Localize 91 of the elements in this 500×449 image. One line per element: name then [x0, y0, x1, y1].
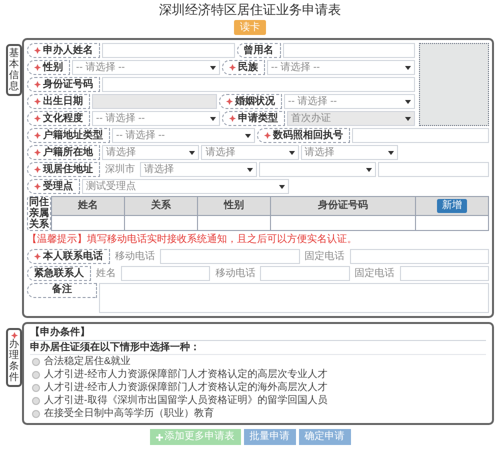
question-text: 申办居住证须在以下情形中选择一种：	[30, 341, 486, 355]
field-label: 紧急联系人	[27, 266, 91, 281]
text-field[interactable]	[400, 266, 489, 281]
field-caption: 固定电话	[304, 250, 346, 262]
caret-icon	[405, 116, 411, 120]
required-icon	[34, 149, 41, 156]
caret-icon	[405, 100, 411, 104]
field-caption: 移动电话	[114, 250, 156, 262]
caret-icon	[189, 150, 196, 154]
radio-option[interactable]: 人才引进-取得《深圳市出国留学人员资格证明》的留学回国人员	[30, 394, 486, 407]
required-icon	[34, 253, 41, 260]
field-label: 性别	[27, 60, 70, 75]
column-header: 性别	[198, 197, 271, 215]
required-icon	[264, 132, 271, 139]
required-icon	[34, 115, 41, 122]
radio-option[interactable]: 人才引进-经市人力资源保障部门人才资格认定的海外高层次人才	[30, 381, 486, 394]
column-header: 身份证号码	[271, 197, 416, 215]
select-field[interactable]: -- 请选择 --	[112, 128, 255, 143]
caret-icon	[278, 184, 284, 188]
select-field[interactable]: 请选择	[102, 145, 200, 160]
required-icon	[34, 98, 41, 105]
field-label: 民族	[222, 60, 265, 75]
field-label: 备注	[27, 283, 97, 298]
caret-icon	[288, 150, 294, 154]
required-icon	[10, 332, 18, 339]
section-header: 【申办条件】	[30, 327, 486, 341]
field-label: 户籍地址类型	[27, 128, 110, 143]
field-caption: 移动电话	[214, 268, 256, 280]
required-icon	[229, 115, 236, 122]
field-label: 户籍所在地	[27, 145, 100, 160]
field-label: 现居住地址	[27, 162, 100, 177]
field-caption: 姓名	[95, 268, 117, 280]
required-icon	[34, 81, 41, 88]
field-label: 出生日期	[27, 94, 90, 109]
text-field[interactable]	[260, 266, 350, 281]
field-label: 婚姻状况	[219, 94, 282, 109]
text-field[interactable]	[352, 128, 489, 143]
field-label: 受理点	[27, 179, 80, 194]
select-field[interactable]: 请选择	[201, 145, 298, 160]
column-header: 姓名	[52, 197, 125, 215]
remark-field[interactable]	[99, 283, 489, 313]
caret-icon	[405, 66, 411, 70]
text-field[interactable]	[282, 43, 415, 58]
radio-option[interactable]: 人才引进-经市人力资源保障部门人才资格认定的高层次专业人才	[30, 368, 486, 381]
field-label: 身份证号码	[27, 77, 100, 92]
required-icon	[34, 166, 41, 173]
required-icon	[229, 64, 236, 71]
field-label: 曾用名	[236, 43, 280, 58]
required-icon	[226, 98, 233, 105]
caret-icon	[247, 168, 253, 172]
select-field[interactable]: 测试受理点	[82, 179, 288, 194]
field-caption: 固定电话	[354, 268, 396, 280]
required-icon	[34, 64, 41, 71]
select-field[interactable]: 请选择	[140, 162, 257, 177]
text-field[interactable]	[378, 162, 489, 177]
field-label: 申办人姓名	[27, 43, 100, 58]
select-field[interactable]	[259, 162, 376, 177]
select-field[interactable]: -- 请选择 --	[92, 111, 220, 126]
field-caption: 深圳市	[104, 164, 136, 176]
select-field[interactable]: -- 请选择 --	[267, 60, 415, 75]
text-field[interactable]	[102, 43, 234, 58]
read-card-button[interactable]: 读卡	[234, 20, 266, 35]
text-field[interactable]	[350, 249, 489, 264]
select-field[interactable]: -- 请选择 --	[284, 94, 415, 109]
caret-icon	[366, 168, 372, 172]
field-label: 数码照相回执号	[257, 128, 350, 143]
submit-button[interactable]: 确定申请	[298, 429, 350, 445]
field-label: 本人联系电话	[27, 249, 110, 264]
field-label: 申请类型	[222, 111, 285, 126]
caret-icon	[210, 116, 216, 120]
relatives-label: 同住亲属关系	[27, 196, 51, 231]
select-field[interactable]: 请选择	[300, 145, 398, 160]
text-field[interactable]	[160, 249, 300, 264]
column-header: 关系	[125, 197, 198, 215]
caret-icon	[210, 66, 216, 70]
plus-icon	[156, 434, 162, 440]
required-icon	[34, 183, 41, 190]
radio-option[interactable]: 合法稳定居住&就业	[30, 355, 486, 368]
text-field[interactable]	[121, 266, 210, 281]
text-field[interactable]	[102, 77, 415, 92]
caret-icon	[388, 150, 394, 154]
caret-icon	[245, 134, 251, 138]
radio-option[interactable]: 在接受全日制中高等学历（职业）教育	[30, 407, 486, 420]
form-title: 深圳经济特区居住证业务申请表	[159, 2, 341, 18]
add-button[interactable]: 新增	[437, 199, 467, 213]
required-icon	[34, 132, 41, 139]
hint-text: 【温馨提示】填写移动电话实时接收系统通知，且之后可以方便实名认证。	[27, 233, 358, 247]
submit-button[interactable]: 批量申请	[244, 429, 296, 445]
select-field[interactable]: -- 请选择 --	[72, 60, 220, 75]
field-label: 文化程度	[27, 111, 90, 126]
required-icon	[34, 47, 41, 54]
